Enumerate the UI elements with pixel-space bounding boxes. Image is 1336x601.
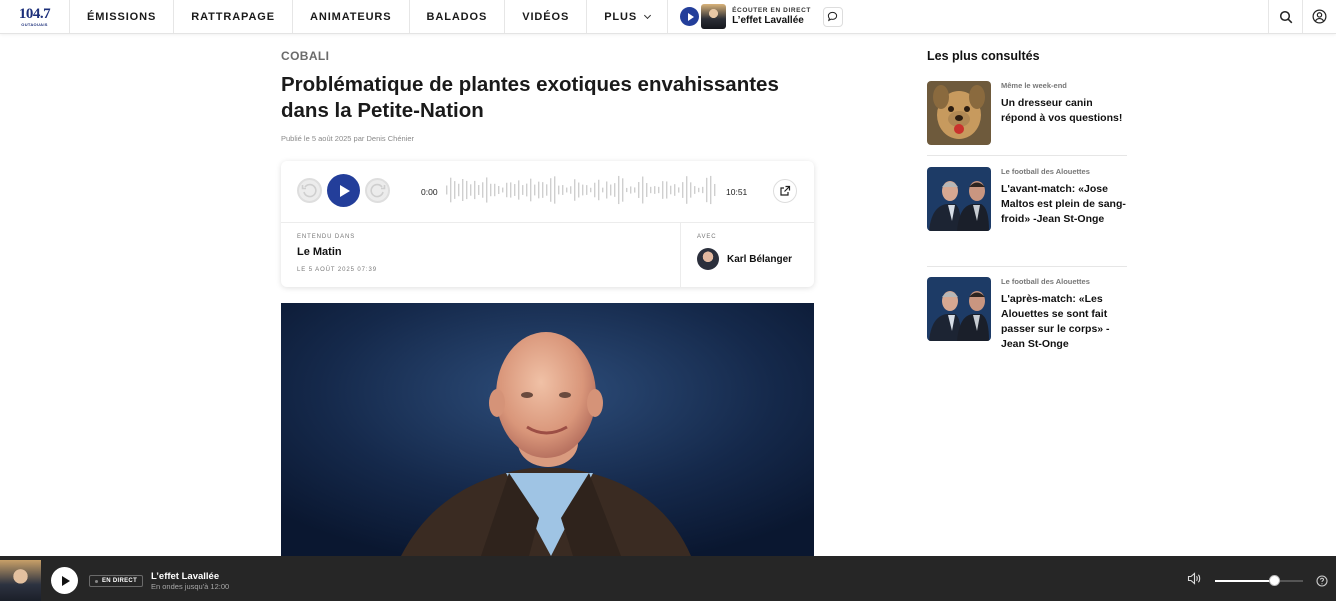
- article-kicker[interactable]: COBALI: [281, 49, 329, 63]
- item-category: Le football des Alouettes: [1001, 277, 1090, 286]
- item-headline[interactable]: Un dresseur canin répond à vos questions…: [1001, 96, 1131, 126]
- volume-handle[interactable]: [1269, 575, 1280, 586]
- host-avatar[interactable]: [697, 248, 719, 270]
- article-photo: [281, 303, 814, 556]
- live-badge-label: EN DIRECT: [102, 578, 138, 584]
- audio-player: 0:00 10:51 ENTENDU DANS Le Matin LE 5 AO…: [281, 161, 814, 287]
- account-icon[interactable]: [1302, 0, 1336, 33]
- live-badge: EN DIRECT: [89, 575, 144, 587]
- hosts-thumbnail[interactable]: [927, 167, 991, 231]
- live-player-bar: EN DIRECT L’effet Lavallée En ondes jusq…: [0, 556, 1336, 601]
- nav-rattrapage[interactable]: RATTRAPAGE: [174, 0, 293, 33]
- article-title: Problématique de plantes exotiques envah…: [281, 73, 779, 122]
- duration: 10:51: [726, 187, 748, 197]
- current-time: 0:00: [421, 187, 438, 197]
- live-host-thumbnail: [701, 4, 727, 29]
- volume-level: [1215, 580, 1275, 582]
- sidebar-divider: [927, 155, 1127, 156]
- rewind-icon[interactable]: [297, 178, 322, 203]
- search-icon[interactable]: [1268, 0, 1302, 33]
- item-headline[interactable]: L'après-match: «Les Alouettes se sont fa…: [1001, 292, 1131, 352]
- nav-animateurs[interactable]: ANIMATEURS: [293, 0, 410, 33]
- item-category: Le football des Alouettes: [1001, 167, 1090, 176]
- show-date: LE 5 AOÛT 2025 07:39: [297, 267, 377, 273]
- share-icon[interactable]: [773, 179, 797, 203]
- live-host-thumbnail: [0, 560, 41, 601]
- nav-balados[interactable]: BALADOS: [410, 0, 506, 33]
- chat-icon[interactable]: [822, 6, 843, 27]
- dog-thumbnail[interactable]: [927, 81, 991, 145]
- logo-frequency: 104.7: [18, 5, 51, 22]
- volume-slider[interactable]: [1215, 580, 1303, 582]
- live-show-subtitle: En ondes jusqu'à 12:00: [151, 582, 230, 591]
- logo-city: OUTAOUAIS: [21, 21, 48, 27]
- sidebar-title: Les plus consultés: [927, 49, 1040, 63]
- help-icon[interactable]: [1316, 574, 1328, 592]
- live-kicker: ÉCOUTER EN DIRECT: [732, 7, 811, 14]
- player-divider-vertical: [680, 223, 681, 287]
- volume-icon[interactable]: [1187, 572, 1201, 590]
- top-navigation: 104.7 OUTAOUAIS ÉMISSIONS RATTRAPAGE ANI…: [0, 0, 1336, 34]
- forward-icon[interactable]: [365, 178, 390, 203]
- live-listen[interactable]: ÉCOUTER EN DIRECT L’effet Lavallée: [668, 0, 853, 33]
- play-button[interactable]: [51, 567, 78, 594]
- with-label: AVEC: [697, 234, 717, 240]
- play-icon[interactable]: [680, 7, 700, 26]
- live-show-title[interactable]: L’effet Lavallée: [151, 571, 219, 582]
- hosts-thumbnail[interactable]: [927, 277, 991, 341]
- nav-plus-label: PLUS: [604, 10, 638, 23]
- article-byline: Publié le 5 août 2025 par Denis Chénier: [281, 134, 415, 143]
- heard-in-label: ENTENDU DANS: [297, 234, 356, 240]
- nav-emissions[interactable]: ÉMISSIONS: [70, 0, 175, 33]
- host-name[interactable]: Karl Bélanger: [727, 254, 792, 265]
- play-button[interactable]: [327, 174, 360, 207]
- player-divider: [281, 222, 814, 223]
- live-show-name: L’effet Lavallée: [732, 15, 804, 26]
- chevron-down-icon: [644, 11, 652, 19]
- sidebar-divider: [927, 266, 1127, 267]
- nav-plus[interactable]: PLUS: [587, 0, 669, 33]
- item-category: Même le week-end: [1001, 81, 1067, 90]
- show-name[interactable]: Le Matin: [297, 246, 342, 258]
- station-logo[interactable]: 104.7 OUTAOUAIS: [0, 0, 70, 33]
- waveform[interactable]: [446, 173, 718, 207]
- live-dot-icon: [95, 579, 98, 583]
- nav-videos[interactable]: VIDÉOS: [505, 0, 588, 33]
- item-headline[interactable]: L'avant-match: «Jose Maltos est plein de…: [1001, 182, 1131, 227]
